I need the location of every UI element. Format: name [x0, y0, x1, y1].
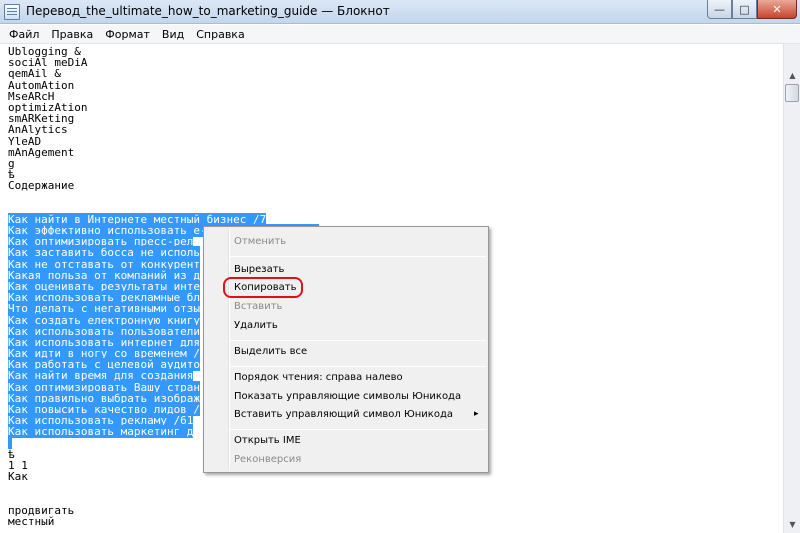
notepad-icon [4, 4, 20, 20]
menu-separator [230, 429, 486, 430]
menu-edit[interactable]: Правка [45, 28, 99, 41]
menu-select-all[interactable]: Выделить все [234, 346, 307, 357]
menu-file[interactable]: Файл [3, 28, 45, 41]
menu-help[interactable]: Справка [190, 28, 250, 41]
text-line: Содержание [8, 179, 75, 193]
minimize-button[interactable]: — [707, 0, 732, 19]
vertical-scrollbar[interactable]: ▲ ▼ [783, 44, 800, 533]
text-line: AutomAtion [8, 78, 75, 92]
menu-delete[interactable]: Удалить [234, 320, 278, 331]
menu-insert-unicode[interactable]: Вставить управляющий символ Юникода [234, 409, 453, 420]
menu-format[interactable]: Формат [99, 28, 156, 41]
copy-highlight-annotation [223, 277, 303, 298]
menu-view[interactable]: Вид [156, 28, 190, 41]
menu-separator [230, 366, 486, 367]
title-bar: Перевод_the_ultimate_how_to_marketing_gu… [0, 0, 800, 24]
window-title: Перевод_the_ultimate_how_to_marketing_gu… [26, 4, 390, 18]
close-button[interactable]: ✕ [757, 0, 797, 19]
maximize-button[interactable]: □ [732, 0, 757, 19]
menu-rtl-reading[interactable]: Порядок чтения: справа налево [234, 372, 403, 383]
scroll-thumb[interactable] [785, 84, 799, 102]
menu-separator [230, 256, 486, 257]
text-line [8, 482, 419, 493]
scroll-down-icon[interactable]: ▼ [784, 516, 800, 533]
menu-show-unicode[interactable]: Показать управляющие символы Юникода [234, 391, 461, 402]
text-line: smARKeting [8, 112, 75, 126]
context-menu: Отменить Вырезать Копировать Вставить Уд… [203, 226, 489, 473]
text-line: продвигать [8, 503, 75, 517]
menu-undo[interactable]: Отменить [234, 236, 286, 247]
menu-paste[interactable]: Вставить [234, 301, 282, 312]
menu-reconversion[interactable]: Реконверсия [234, 454, 301, 465]
text-line [8, 191, 419, 202]
menu-separator [230, 340, 486, 341]
text-line: местный [8, 514, 55, 528]
text-line: sociAl meDiA [8, 56, 88, 70]
menu-cut[interactable]: Вырезать [234, 264, 284, 275]
menu-open-ime[interactable]: Открыть IME [234, 435, 301, 446]
scroll-up-icon[interactable]: ▲ [784, 67, 800, 84]
text-caret [8, 437, 12, 449]
text-line: mAnAgement [8, 145, 75, 159]
text-line: g [8, 156, 15, 170]
text-line: AnAlytics [8, 123, 68, 137]
submenu-arrow-icon: ▸ [474, 409, 479, 419]
menu-bar: Файл Правка Формат Вид Справка [0, 25, 800, 44]
